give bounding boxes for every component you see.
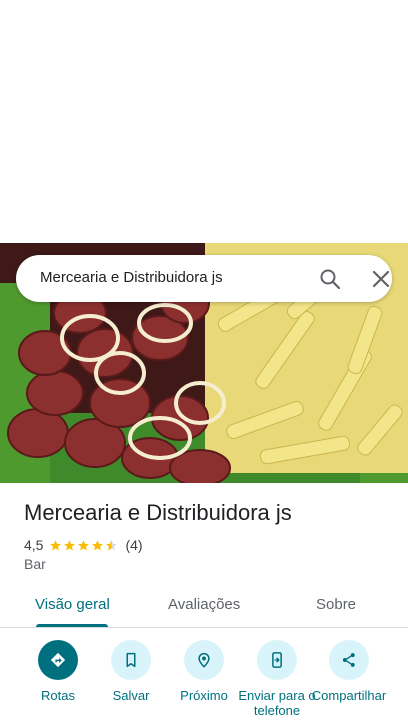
directions-button[interactable]: Rotas xyxy=(18,640,98,703)
directions-label: Rotas xyxy=(41,688,75,703)
save-label: Salvar xyxy=(112,688,150,703)
tab-reviews[interactable]: Avaliações xyxy=(168,596,240,613)
send-to-phone-label: Enviar para o telefone xyxy=(238,688,316,718)
star-full-icon xyxy=(92,539,104,550)
nearby-label: Próximo xyxy=(180,688,228,703)
share-label: Compartilhar xyxy=(311,688,387,703)
save-button[interactable]: Salvar xyxy=(91,640,171,703)
tab-about[interactable]: Sobre xyxy=(316,596,356,613)
share-icon xyxy=(342,653,355,667)
nearby-button[interactable]: Próximo xyxy=(164,640,244,703)
place-category: Bar xyxy=(24,556,46,572)
send-to-phone-icon xyxy=(272,652,282,668)
star-full-icon xyxy=(64,539,76,550)
place-tabs: Visão geral Avaliações Sobre xyxy=(0,585,408,628)
active-tab-indicator xyxy=(36,624,108,627)
action-buttons: Rotas Salvar Próximo Enviar para o telef… xyxy=(0,640,408,726)
send-to-phone-button[interactable]: Enviar para o telefone xyxy=(237,640,317,718)
share-button[interactable]: Compartilhar xyxy=(309,640,389,703)
search-bar[interactable]: Mercearia e Distribuidora js xyxy=(16,255,392,302)
place-name: Mercearia e Distribuidora js xyxy=(24,500,292,525)
rating-value: 4,5 xyxy=(24,537,44,553)
search-query-text[interactable]: Mercearia e Distribuidora js xyxy=(40,269,223,286)
bookmark-icon xyxy=(126,652,136,668)
rating-row[interactable]: 4,5 (4) xyxy=(24,536,143,554)
search-icon[interactable] xyxy=(318,267,342,291)
star-half-icon xyxy=(106,539,118,550)
review-count[interactable]: (4) xyxy=(125,537,142,553)
star-full-icon xyxy=(50,539,62,550)
tab-overview[interactable]: Visão geral xyxy=(35,596,110,613)
nearby-icon xyxy=(198,652,210,668)
rating-stars xyxy=(49,539,119,552)
map-area-blank xyxy=(0,0,408,243)
directions-icon xyxy=(50,652,66,668)
star-full-icon xyxy=(78,539,90,550)
close-icon[interactable] xyxy=(369,267,393,291)
